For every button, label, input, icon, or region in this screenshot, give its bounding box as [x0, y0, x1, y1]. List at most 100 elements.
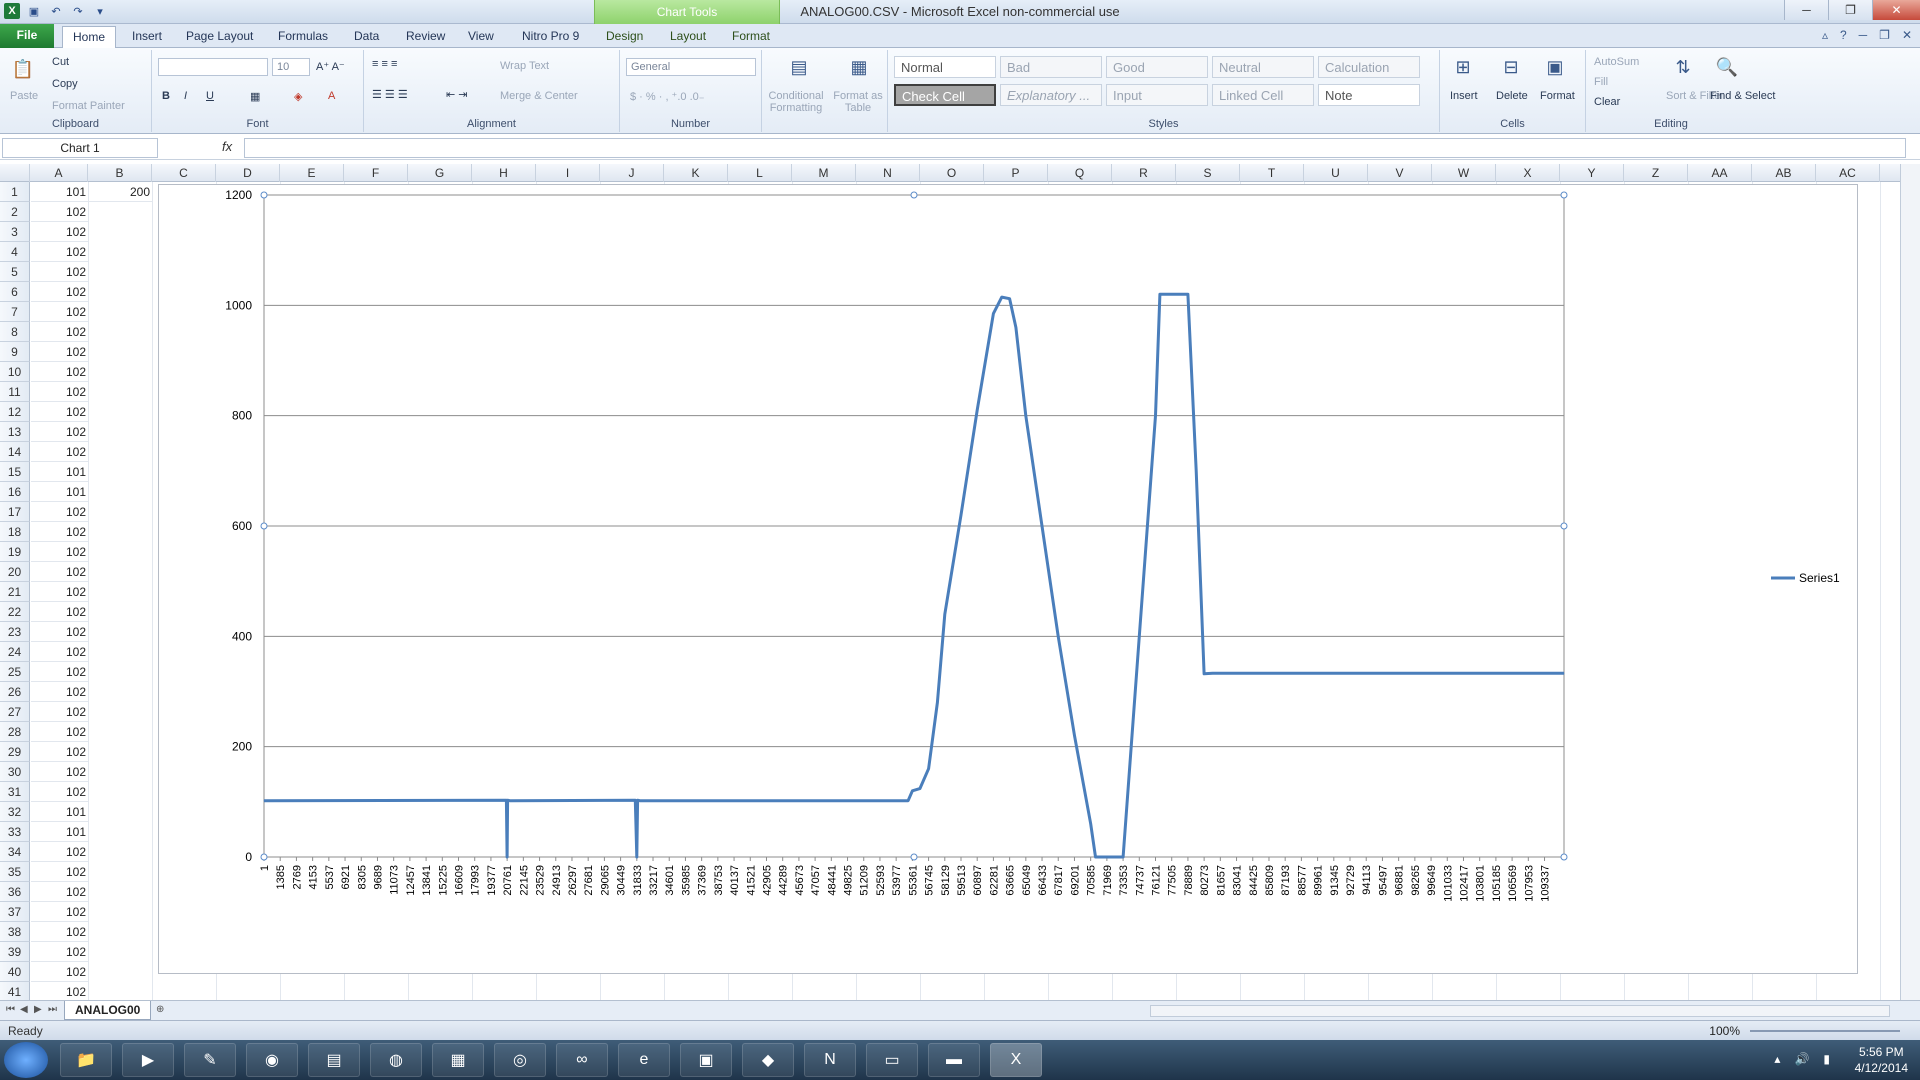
cell-a[interactable]: 101: [31, 482, 89, 502]
vertical-scrollbar[interactable]: [1900, 164, 1920, 1000]
column-header-c[interactable]: C: [152, 164, 216, 182]
notebook-icon[interactable]: ◆: [742, 1043, 794, 1077]
bold-button[interactable]: B: [162, 90, 170, 102]
row-header[interactable]: 30: [0, 762, 30, 782]
cell-a[interactable]: 102: [31, 642, 89, 662]
column-header-o[interactable]: O: [920, 164, 984, 182]
cell-a[interactable]: 102: [31, 442, 89, 462]
column-header-t[interactable]: T: [1240, 164, 1304, 182]
cell-b[interactable]: 200: [89, 182, 153, 202]
cell-a[interactable]: 102: [31, 502, 89, 522]
row-header[interactable]: 32: [0, 802, 30, 822]
column-header-u[interactable]: U: [1304, 164, 1368, 182]
column-header-r[interactable]: R: [1112, 164, 1176, 182]
tray-arrow-icon[interactable]: ▴: [1774, 1052, 1780, 1066]
cell-a[interactable]: 102: [31, 342, 89, 362]
style-bad[interactable]: Bad: [1000, 56, 1102, 78]
row-header[interactable]: 41: [0, 982, 30, 1002]
row-header[interactable]: 15: [0, 462, 30, 482]
cell-a[interactable]: 102: [31, 622, 89, 642]
cell-a[interactable]: 102: [31, 842, 89, 862]
cell-a[interactable]: 102: [31, 722, 89, 742]
row-header[interactable]: 36: [0, 882, 30, 902]
cell-a[interactable]: 102: [31, 702, 89, 722]
underline-button[interactable]: U: [206, 90, 214, 102]
column-header-ab[interactable]: AB: [1752, 164, 1816, 182]
row-header[interactable]: 13: [0, 422, 30, 442]
row-header[interactable]: 23: [0, 622, 30, 642]
chart-object[interactable]: 0 200 400 600 800 1000 1200 1 1385 2769 4153 5537 69…: [158, 184, 1858, 974]
column-header-ac[interactable]: AC: [1816, 164, 1880, 182]
copy-button[interactable]: Copy: [52, 78, 78, 90]
chrome-icon[interactable]: ◎: [494, 1043, 546, 1077]
column-header-b[interactable]: B: [88, 164, 152, 182]
column-header-k[interactable]: K: [664, 164, 728, 182]
row-header[interactable]: 34: [0, 842, 30, 862]
row-header[interactable]: 18: [0, 522, 30, 542]
cell-a[interactable]: 102: [31, 262, 89, 282]
column-header-m[interactable]: M: [792, 164, 856, 182]
column-header-v[interactable]: V: [1368, 164, 1432, 182]
cell-a[interactable]: 102: [31, 662, 89, 682]
insert-function-button[interactable]: fx: [222, 139, 232, 154]
tab-formulas[interactable]: Formulas: [268, 26, 338, 48]
cell-a[interactable]: 102: [31, 222, 89, 242]
volume-icon[interactable]: 🔊: [1794, 1052, 1809, 1066]
paste-icon[interactable]: 📋: [8, 54, 38, 84]
row-header[interactable]: 31: [0, 782, 30, 802]
row-header[interactable]: 28: [0, 722, 30, 742]
calculator-icon[interactable]: ▦: [432, 1043, 484, 1077]
row-header[interactable]: 19: [0, 542, 30, 562]
cell-a[interactable]: 102: [31, 962, 89, 982]
row-header[interactable]: 37: [0, 902, 30, 922]
close-button[interactable]: ✕: [1872, 0, 1920, 20]
fill-color-icon[interactable]: ◈: [294, 90, 302, 103]
wrap-text-button[interactable]: Wrap Text: [500, 60, 549, 72]
row-header[interactable]: 24: [0, 642, 30, 662]
format-cells-button[interactable]: Format: [1540, 90, 1575, 102]
cell-a[interactable]: 102: [31, 202, 89, 222]
font-name-box[interactable]: [158, 58, 268, 76]
horizontal-scrollbar[interactable]: [1150, 1005, 1890, 1017]
column-header-p[interactable]: P: [984, 164, 1048, 182]
column-header-x[interactable]: X: [1496, 164, 1560, 182]
row-header[interactable]: 3: [0, 222, 30, 242]
column-header-w[interactable]: W: [1432, 164, 1496, 182]
format-table-button[interactable]: Format as Table: [830, 90, 886, 114]
cell-a[interactable]: 102: [31, 582, 89, 602]
row-header[interactable]: 20: [0, 562, 30, 582]
cell-a[interactable]: 102: [31, 362, 89, 382]
firefox-icon[interactable]: ◍: [370, 1043, 422, 1077]
paint-icon[interactable]: ▣: [680, 1043, 732, 1077]
tool-icon[interactable]: ✎: [184, 1043, 236, 1077]
cell-a[interactable]: 102: [31, 402, 89, 422]
paste-label[interactable]: Paste: [10, 90, 38, 102]
tab-layout[interactable]: Layout: [660, 26, 716, 48]
merge-center-button[interactable]: Merge & Center: [500, 90, 578, 102]
row-header[interactable]: 39: [0, 942, 30, 962]
cell-a[interactable]: 102: [31, 422, 89, 442]
sheet-tab-analog00[interactable]: ANALOG00: [64, 1001, 152, 1020]
cell-a[interactable]: 102: [31, 882, 89, 902]
row-header[interactable]: 17: [0, 502, 30, 522]
column-header-y[interactable]: Y: [1560, 164, 1624, 182]
currency-icon[interactable]: $ · % · , ⁺.0 .0₋: [630, 90, 705, 103]
select-all-corner[interactable]: [0, 164, 30, 182]
row-header[interactable]: 21: [0, 582, 30, 602]
sort-filter-icon[interactable]: ⇅: [1668, 52, 1698, 82]
cell-a[interactable]: 102: [31, 742, 89, 762]
row-header[interactable]: 8: [0, 322, 30, 342]
conditional-format-button[interactable]: Conditional Formatting: [766, 90, 826, 114]
first-sheet-icon[interactable]: ⏮: [6, 1004, 15, 1015]
column-header-q[interactable]: Q: [1048, 164, 1112, 182]
cell-a[interactable]: 101: [31, 822, 89, 842]
column-header-a[interactable]: A: [30, 164, 88, 182]
row-header[interactable]: 14: [0, 442, 30, 462]
delete-cells-icon[interactable]: ⊟: [1496, 52, 1526, 82]
cell-a[interactable]: 102: [31, 302, 89, 322]
prev-sheet-icon[interactable]: ◀: [20, 1004, 28, 1015]
nitro-pdf-icon[interactable]: N: [804, 1043, 856, 1077]
cut-button[interactable]: Cut: [52, 56, 69, 68]
help-icon[interactable]: ?: [1840, 28, 1847, 42]
row-header[interactable]: 38: [0, 922, 30, 942]
